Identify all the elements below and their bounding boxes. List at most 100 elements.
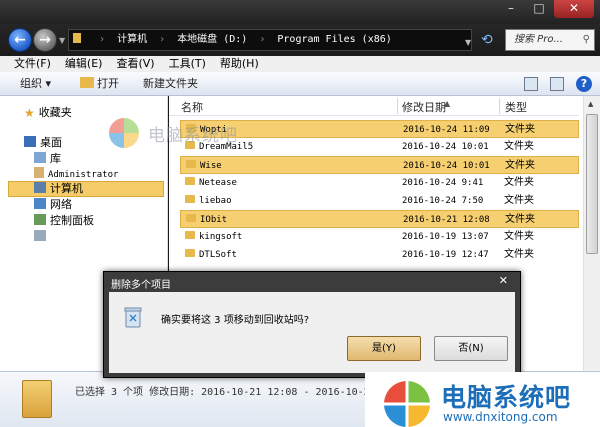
no-button[interactable]: 否(N)	[434, 336, 508, 361]
address-dropdown-icon[interactable]: ▼	[465, 38, 471, 47]
file-row[interactable]: kingsoft 2016-10-19 13:07 文件夹	[180, 228, 579, 246]
file-row[interactable]: Wopti 2016-10-24 11:09 文件夹	[180, 120, 579, 138]
brand-watermark: 电脑系统吧 www.dnxitong.com	[365, 372, 600, 427]
file-date: 2016-10-24 11:09	[403, 125, 490, 135]
menu-bar: 文件(F) 编辑(E) 查看(V) 工具(T) 帮助(H)	[0, 56, 600, 72]
file-name-text: IObit	[200, 215, 228, 225]
file-row[interactable]: DTLSoft 2016-10-19 12:47 文件夹	[180, 246, 579, 264]
file-row[interactable]: IObit 2016-10-21 12:08 文件夹	[180, 210, 579, 228]
yes-button[interactable]: 是(Y)	[347, 336, 421, 361]
nav-computer[interactable]: 计算机	[34, 182, 83, 196]
recycle-bin-icon	[124, 307, 142, 328]
file-type: 文件夹	[504, 195, 534, 206]
file-name: IObit	[186, 211, 227, 229]
folder-icon	[73, 33, 81, 43]
column-header: 名称 ▲ 修改日期 类型	[169, 96, 579, 116]
menu-help[interactable]: 帮助(H)	[220, 56, 259, 72]
organize-button[interactable]: 组织 ▾	[20, 76, 51, 92]
file-type: 文件夹	[504, 231, 534, 242]
column-name[interactable]: 名称	[181, 99, 203, 115]
nav-favorites[interactable]: ★ 收藏夹	[24, 106, 72, 120]
brand-logo-icon	[383, 380, 431, 427]
file-date: 2016-10-24 10:01	[403, 161, 490, 171]
column-date[interactable]: 修改日期	[402, 99, 446, 115]
delete-confirm-dialog: 删除多个项目 ✕ 确实要将这 3 项移动到回收站吗? 是(Y) 否(N)	[103, 271, 521, 378]
file-name-text: Wise	[200, 161, 222, 171]
file-name-text: liebao	[199, 196, 232, 206]
file-row[interactable]: Wise 2016-10-24 10:01 文件夹	[180, 156, 579, 174]
address-bar[interactable]: › 计算机 › 本地磁盘 (D:) › Program Files (x86)	[68, 29, 472, 51]
open-folder-icon	[80, 77, 94, 88]
dialog-close-button[interactable]: ✕	[499, 274, 508, 287]
network-icon	[34, 198, 46, 209]
help-icon[interactable]: ?	[576, 76, 592, 92]
nav-libraries[interactable]: 库	[34, 152, 61, 166]
folder-icon	[185, 231, 195, 239]
refresh-icon[interactable]: ⟲	[481, 32, 493, 48]
file-name: Wise	[186, 157, 222, 175]
breadcrumb-folder[interactable]: Program Files (x86)	[277, 34, 391, 45]
library-icon	[34, 152, 46, 163]
dialog-body: 确实要将这 3 项移动到回收站吗? 是(Y) 否(N)	[109, 292, 515, 373]
watermark-logo-icon	[109, 118, 139, 148]
breadcrumb-drive[interactable]: 本地磁盘 (D:)	[177, 34, 247, 45]
file-name: liebao	[185, 192, 232, 210]
column-divider[interactable]	[499, 98, 500, 114]
preview-pane-icon[interactable]	[550, 77, 564, 91]
brand-url: www.dnxitong.com	[443, 410, 558, 424]
user-icon	[34, 167, 44, 178]
file-type: 文件夹	[505, 124, 535, 135]
selected-folders-icon	[22, 380, 52, 418]
new-folder-button[interactable]: 新建文件夹	[143, 76, 198, 92]
file-date: 2016-10-21 12:08	[403, 215, 490, 225]
nav-desktop-label: 桌面	[40, 136, 62, 149]
nav-administrator[interactable]: Administrator	[34, 167, 118, 182]
history-dropdown-icon[interactable]: ▼	[59, 36, 65, 45]
scrollbar-thumb[interactable]	[586, 114, 598, 254]
open-button[interactable]: 打开	[80, 76, 119, 92]
breadcrumb-chevron-icon: ›	[259, 34, 266, 45]
file-type: 文件夹	[504, 249, 534, 260]
file-row[interactable]: Netease 2016-10-24 9:41 文件夹	[180, 174, 579, 192]
nav-network-label: 网络	[50, 198, 72, 211]
back-arrow-icon: ←	[14, 32, 26, 48]
column-divider[interactable]	[397, 98, 398, 114]
folder-icon	[185, 177, 195, 185]
breadcrumb-chevron-icon: ›	[99, 34, 106, 45]
search-input[interactable]: 搜索 Pro... ⚲	[505, 29, 595, 51]
file-type: 文件夹	[504, 177, 534, 188]
change-view-icon[interactable]	[524, 77, 538, 91]
command-bar: 组织 ▾ 打开 新建文件夹 ?	[0, 72, 600, 96]
file-row[interactable]: DreamMail5 2016-10-24 10:01 文件夹	[180, 138, 579, 156]
file-name-text: DTLSoft	[199, 250, 237, 260]
nav-recycle-bin[interactable]	[34, 230, 50, 244]
column-type[interactable]: 类型	[505, 99, 527, 115]
menu-edit[interactable]: 编辑(E)	[65, 56, 103, 72]
search-icon: ⚲	[582, 34, 590, 45]
file-date: 2016-10-19 12:47	[402, 250, 489, 260]
close-button[interactable]: ✕	[554, 0, 594, 18]
folder-icon	[186, 214, 196, 222]
nav-control-panel[interactable]: 控制面板	[34, 214, 94, 228]
forward-button[interactable]: →	[33, 28, 57, 52]
file-row[interactable]: liebao 2016-10-24 7:50 文件夹	[180, 192, 579, 210]
menu-tools[interactable]: 工具(T)	[169, 56, 206, 72]
file-type: 文件夹	[504, 141, 534, 152]
vertical-scrollbar[interactable]: ▲	[583, 96, 600, 371]
maximize-button[interactable]: □	[526, 0, 552, 18]
file-name-text: Netease	[199, 178, 237, 188]
file-date: 2016-10-24 7:50	[402, 196, 484, 206]
menu-file[interactable]: 文件(F)	[14, 56, 51, 72]
nav-desktop[interactable]: 桌面	[24, 136, 62, 150]
forward-arrow-icon: →	[39, 32, 51, 48]
nav-network[interactable]: 网络	[34, 198, 72, 212]
view-controls: ?	[524, 76, 592, 92]
scroll-up-icon[interactable]: ▲	[588, 100, 593, 108]
breadcrumb-computer[interactable]: 计算机	[117, 34, 147, 45]
breadcrumb-chevron-icon: ›	[159, 34, 166, 45]
file-type: 文件夹	[505, 214, 535, 225]
open-label: 打开	[97, 77, 119, 90]
menu-view[interactable]: 查看(V)	[116, 56, 154, 72]
minimize-button[interactable]: –	[498, 0, 524, 18]
back-button[interactable]: ←	[8, 28, 32, 52]
